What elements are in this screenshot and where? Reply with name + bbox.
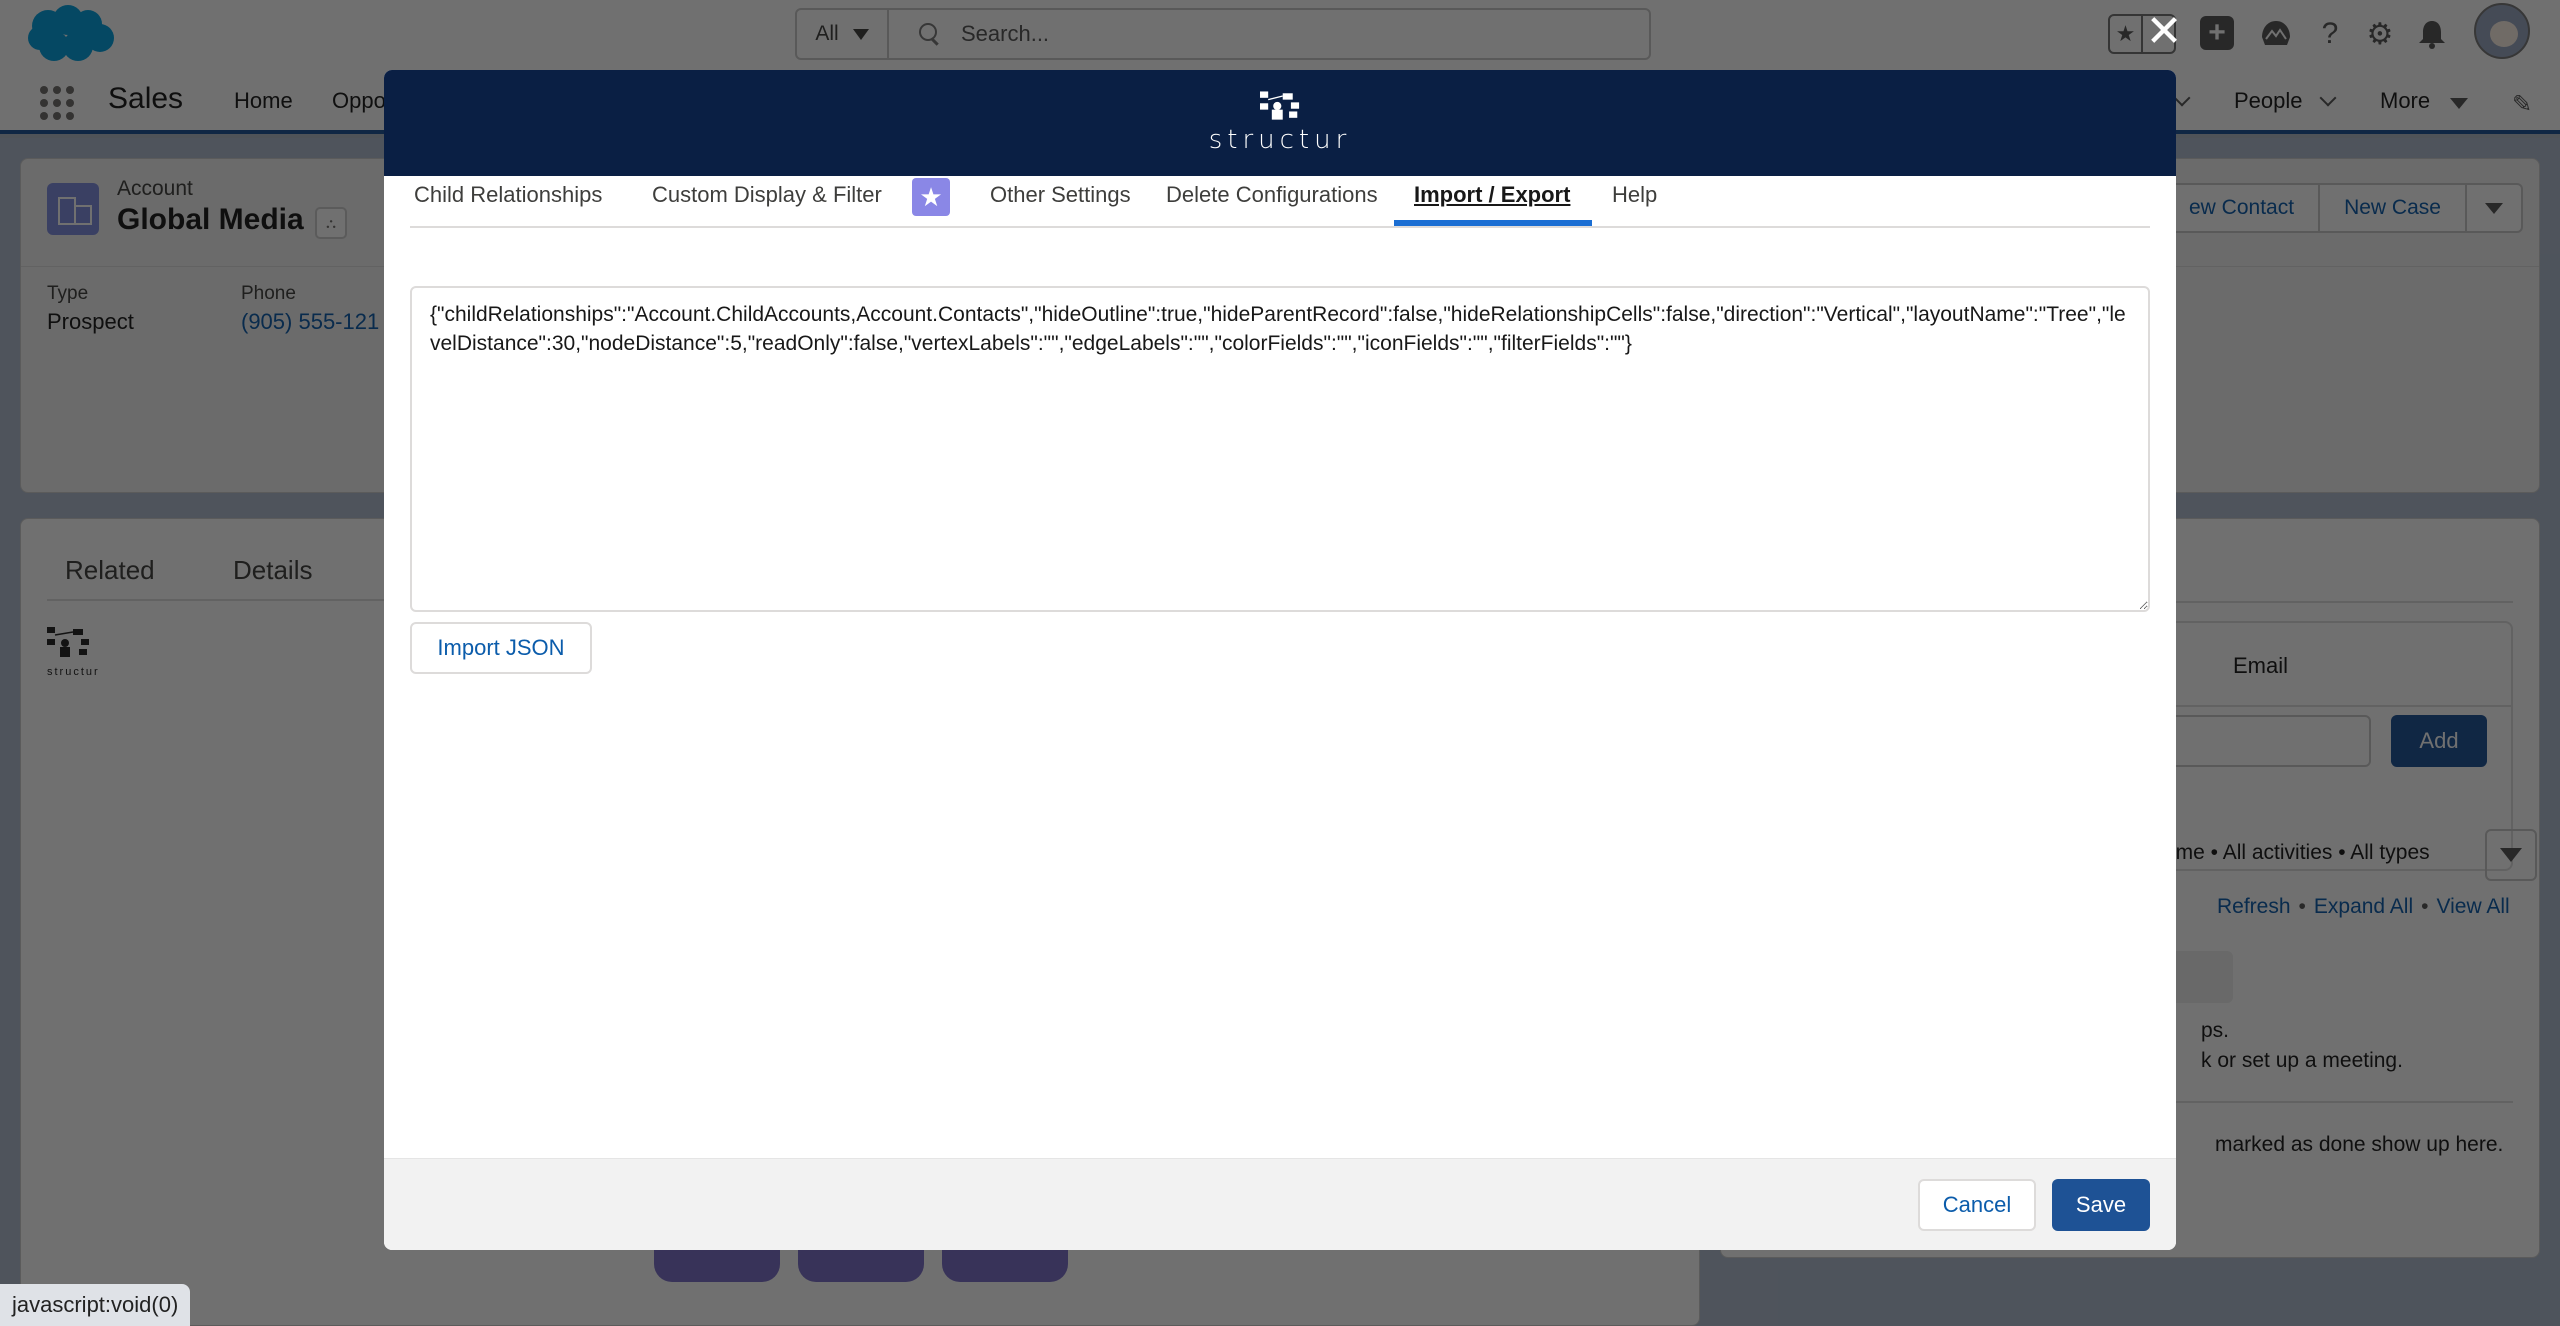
import-json-button[interactable]: Import JSON	[410, 622, 592, 674]
status-bar-url: javascript:void(0)	[0, 1284, 191, 1326]
structur-settings-modal: structur Child Relationships Custom Disp…	[384, 70, 2176, 1250]
tabs-divider	[410, 226, 2150, 228]
json-config-textarea[interactable]	[410, 286, 2150, 612]
tab-help[interactable]: Help	[1612, 182, 1657, 208]
modal-footer: Cancel Save	[384, 1158, 2176, 1250]
save-button[interactable]: Save	[2052, 1179, 2150, 1231]
tab-delete-configurations[interactable]: Delete Configurations	[1166, 182, 1378, 208]
modal-tabs: Child Relationships Custom Display & Fil…	[410, 70, 2150, 230]
close-icon[interactable]: ✕	[2144, 10, 2184, 54]
star-icon: ★	[912, 178, 950, 216]
tab-import-export[interactable]: Import / Export	[1414, 182, 1570, 208]
tab-custom-display-filter[interactable]: Custom Display & Filter	[652, 182, 882, 208]
cancel-button[interactable]: Cancel	[1918, 1179, 2036, 1231]
tab-other-settings[interactable]: Other Settings	[990, 182, 1131, 208]
tab-child-relationships[interactable]: Child Relationships	[414, 182, 602, 208]
